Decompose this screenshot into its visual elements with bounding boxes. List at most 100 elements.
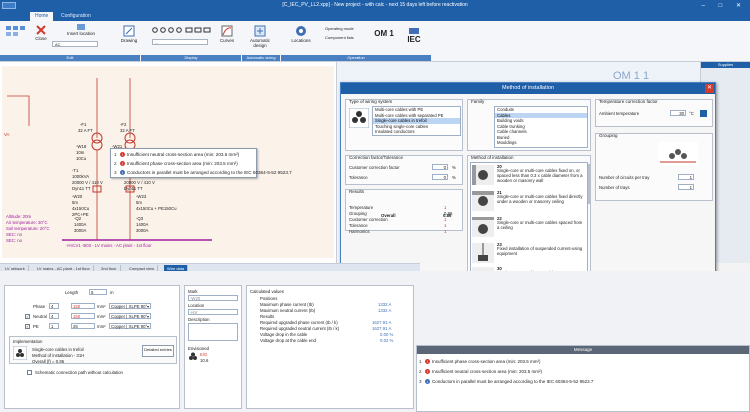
method-22-icon xyxy=(472,217,494,237)
breaker-q1-label[interactable]: -F1 xyxy=(80,122,86,127)
zoom-icons[interactable] xyxy=(152,27,212,34)
calc-value: 1627.91 A xyxy=(372,320,392,325)
neutral-checkbox[interactable]: ✓ xyxy=(25,314,30,319)
supply-kva-label: VA xyxy=(4,132,10,137)
zoom-select[interactable]: ... xyxy=(152,39,208,45)
temperature-group: Temperature correction factor Ambient te… xyxy=(595,99,713,127)
busbar-label[interactable]: -HVLV1 -B03 - LV mains - AC plant - 1st … xyxy=(66,243,152,248)
neutral-count-input[interactable]: 4 xyxy=(49,313,59,319)
method-item[interactable]: 20 Single-core or multi-core cables fixe… xyxy=(471,163,587,187)
transformer-t1-label[interactable]: -T1 xyxy=(72,168,78,173)
method-item[interactable]: 23 Fixed installation of suspended curre… xyxy=(471,241,587,265)
cable-w18-section: 10Cu xyxy=(76,156,87,161)
ribbon-tabs: Home Configuration xyxy=(0,11,750,21)
cable-w20-label[interactable]: -W20 xyxy=(72,194,82,199)
pe-section-input[interactable]: 25 xyxy=(71,323,95,329)
drawing-button[interactable]: Drawing xyxy=(118,25,140,43)
breaker-q2b-label[interactable]: -Q2 xyxy=(74,216,81,221)
dialog-close-button[interactable]: ✕ xyxy=(705,84,714,93)
phase-material-select[interactable]: Copper | XLPE 90° xyxy=(109,303,151,309)
breaker-q2-label[interactable]: -F2 xyxy=(120,122,126,127)
pe-count-input[interactable]: 1 xyxy=(49,323,59,329)
grouping-label: Grouping xyxy=(599,133,618,138)
message-row[interactable]: 2! Insufficient neutral cross-section are… xyxy=(419,369,542,375)
family-option[interactable]: Mouldings xyxy=(495,140,587,146)
tolerance-unit: % xyxy=(452,175,456,180)
breaker-q3-rating2: 3000A xyxy=(136,228,149,233)
length-unit: m xyxy=(110,290,114,295)
correction-factor-group: Correction factor/Tolerance Customer cor… xyxy=(345,155,463,185)
mark-input[interactable]: -W20 xyxy=(188,295,238,301)
wiring-system-list[interactable]: Multi-core cables with PE Multi-core cab… xyxy=(372,106,461,136)
group-label-operation: Operation xyxy=(281,55,431,61)
om1-select[interactable]: OM 1 xyxy=(372,29,396,38)
phase-count-input[interactable]: 4 xyxy=(49,303,59,309)
temperature-apply-button[interactable] xyxy=(700,110,707,117)
wiring-option[interactable]: Insulated conductors xyxy=(373,129,460,135)
breaker-q2b-rating2: 3000A xyxy=(74,228,87,233)
implementation-method: Single-core cables in trefoil xyxy=(32,347,84,352)
ambient-temperature-input[interactable]: 30 xyxy=(670,110,686,116)
description-input[interactable] xyxy=(188,323,238,341)
method-list-scrollbar[interactable] xyxy=(588,164,591,204)
neutral-section-unit: mm² xyxy=(97,314,106,319)
component-lists-button[interactable]: Component lists xyxy=(325,35,354,40)
message-row[interactable]: 1! Insufficient phase cross-section area … xyxy=(419,359,540,365)
wiring-system-label: Type of wiring system xyxy=(349,99,393,104)
method-list[interactable]: 20 Single-core or multi-core cables fixe… xyxy=(470,162,588,284)
automatic-design-icon xyxy=(254,25,266,37)
app-icon[interactable] xyxy=(2,2,16,9)
iec-standard-button[interactable]: IEC xyxy=(404,28,424,44)
insert-location-button[interactable]: Insert location xyxy=(66,24,96,36)
tools-cluster xyxy=(4,25,32,38)
tolerance-input[interactable]: 0 xyxy=(432,174,448,180)
layer-select[interactable]: AC xyxy=(52,41,98,47)
location-input[interactable]: -HV xyxy=(188,309,238,315)
calc-value: 0.02 % xyxy=(380,338,394,343)
group-label-display: Display xyxy=(141,55,241,61)
phase-section-input[interactable]: 150 xyxy=(71,303,95,309)
method-item[interactable]: 22 Single-core or multi-core cables spac… xyxy=(471,215,587,239)
number-of-trays-input[interactable]: 1 xyxy=(678,184,694,190)
zoom-tools[interactable] xyxy=(152,27,212,35)
breaker-q3-label[interactable]: -Q3 xyxy=(136,216,143,221)
cable-w23-section: 4x150Cu + PE150Cu xyxy=(136,206,177,211)
operating-mode-button[interactable]: Operating mode xyxy=(325,26,354,31)
automatic-design-button[interactable]: Automatic design xyxy=(245,25,275,48)
air-temperature-label: Air temperature: 30°C xyxy=(6,220,48,225)
detailed-entries-button[interactable]: Detailed entries xyxy=(142,345,174,357)
pe-checkbox[interactable]: ✓ xyxy=(25,324,30,329)
tab-configuration[interactable]: Configuration xyxy=(56,12,96,21)
method-item[interactable]: 21 Single-core or multi-core cables fixe… xyxy=(471,189,587,213)
length-input[interactable]: 5 xyxy=(89,289,107,295)
calculated-values-label: Calculated values xyxy=(250,289,284,294)
message-row[interactable]: 3 i Conductors in parallel must be arrange… xyxy=(419,379,593,385)
pe-material-select[interactable]: Copper | XLPE 90° xyxy=(109,323,151,329)
tab-home[interactable]: Home xyxy=(30,12,54,21)
neutral-section-input[interactable]: 150 xyxy=(71,313,95,319)
phase-label: Phase xyxy=(33,304,46,309)
cable-w18-label[interactable]: -W18 xyxy=(76,144,86,149)
locations-button[interactable]: Locations xyxy=(288,25,314,43)
method-group: Method of installation 20 Single-core or… xyxy=(467,155,591,285)
curves-button[interactable]: Curves xyxy=(216,25,238,43)
error-icon: ! xyxy=(120,161,125,167)
method-20-icon xyxy=(472,165,494,185)
implementation-label: Implementation xyxy=(13,339,43,344)
edit-tools-icon[interactable] xyxy=(5,25,31,37)
schematic-path-checkbox[interactable] xyxy=(27,370,32,375)
schematic-path-label: Schematic connection path without calcul… xyxy=(35,370,123,375)
breaker-q3-rating: 1400A xyxy=(136,222,149,227)
close-button[interactable]: Close xyxy=(34,25,48,41)
result-name: Harmonics xyxy=(349,229,370,234)
tooltip-row: 3 i Conductors in parallel must be arrange… xyxy=(114,170,292,176)
family-list[interactable]: Conduits Cables Building voids Cable tru… xyxy=(494,106,588,148)
circuits-per-tray-input[interactable]: 1 xyxy=(678,174,694,180)
cable-w23-label[interactable]: -W23 xyxy=(136,194,146,199)
neutral-material-select[interactable]: Copper | XLPE 90° xyxy=(109,313,151,319)
locations-icon xyxy=(296,26,306,36)
supplies-header: Supplies xyxy=(701,62,750,68)
identification-box: Mark -W20 Location -HV Description Envis… xyxy=(184,285,242,409)
method-label: Method of installation xyxy=(471,155,514,160)
customer-correction-input[interactable]: 0 xyxy=(432,164,448,170)
